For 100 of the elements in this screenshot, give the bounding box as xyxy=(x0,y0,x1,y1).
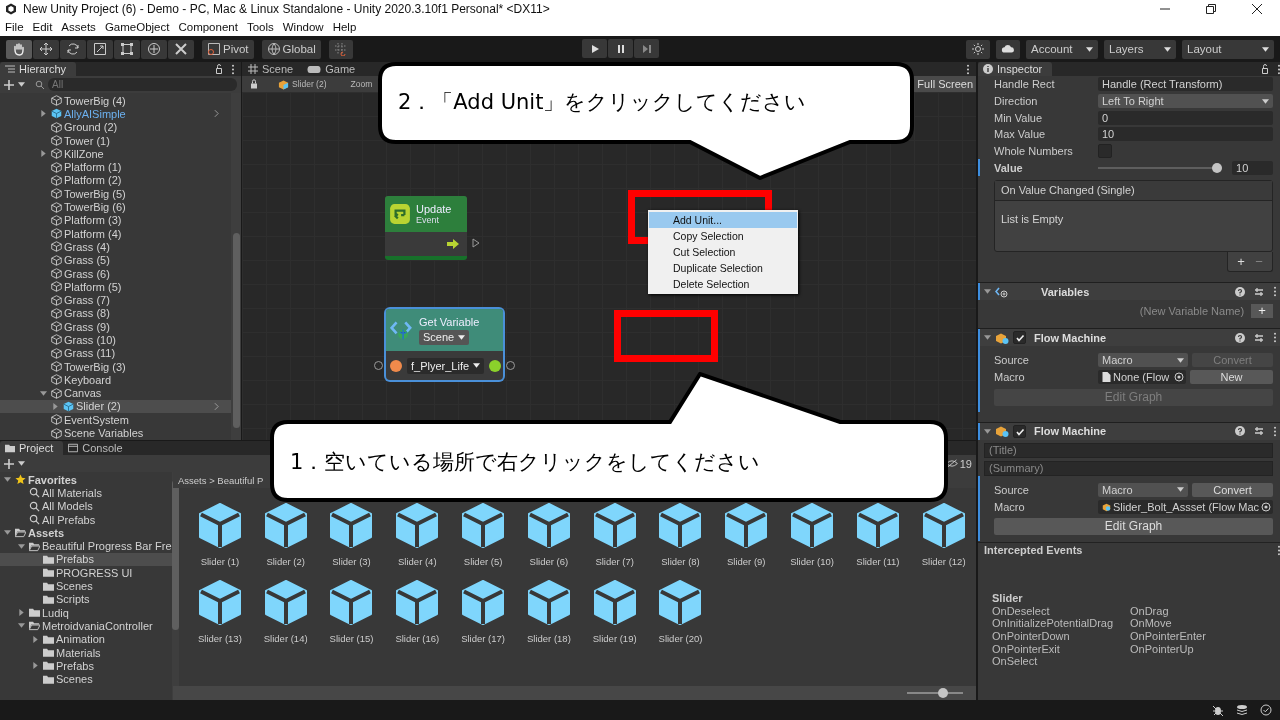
collapsed-arrow-icon[interactable] xyxy=(40,110,47,118)
prefab-cube-icon[interactable] xyxy=(592,502,637,548)
hierarchy-item[interactable]: Tower (1) xyxy=(0,133,231,148)
expanded-arrow-icon[interactable] xyxy=(40,389,47,397)
hierarchy-item[interactable]: Platform (5) xyxy=(0,280,231,294)
bug-icon[interactable] xyxy=(1212,704,1224,716)
expanded-arrow-icon[interactable] xyxy=(984,288,991,296)
asset-label[interactable]: Slider (6) xyxy=(529,556,569,567)
folder-tree-item[interactable]: Beautiful Progress Bar Fre xyxy=(0,539,172,553)
flow-arrow-icon[interactable] xyxy=(447,239,459,249)
asset-label[interactable]: Slider (8) xyxy=(661,556,700,567)
tool-button[interactable] xyxy=(114,39,140,59)
value-port-icon[interactable] xyxy=(489,359,502,372)
prefab-cube-icon[interactable] xyxy=(526,579,571,625)
context-menu-item[interactable]: Cut Selection xyxy=(649,244,797,260)
source-dropdown[interactable]: Macro xyxy=(1098,482,1188,497)
expanded-arrow-icon[interactable] xyxy=(18,622,25,630)
create-button[interactable] xyxy=(4,458,25,469)
collapsed-arrow-icon[interactable] xyxy=(52,402,59,410)
kebab-menu-icon[interactable] xyxy=(1273,286,1278,298)
full-screen-button[interactable]: Full Screen xyxy=(914,76,976,92)
menu-item[interactable]: Window xyxy=(282,21,324,33)
prefab-cube-icon[interactable] xyxy=(790,502,835,548)
tool-button[interactable] xyxy=(87,39,113,59)
input-field[interactable]: 10 xyxy=(1232,160,1274,175)
folder-tree-item[interactable]: Prefabs xyxy=(0,552,172,567)
hierarchy-item[interactable]: TowerBig (5) xyxy=(0,187,231,201)
kebab-menu-icon[interactable] xyxy=(1273,425,1278,437)
asset-label[interactable]: Slider (16) xyxy=(395,633,440,644)
context-menu-item[interactable]: Copy Selection xyxy=(649,228,797,244)
tool-button[interactable] xyxy=(6,39,32,59)
new-variable-field[interactable]: (New Variable Name) xyxy=(980,304,1249,319)
prefab-cube-icon[interactable] xyxy=(658,579,703,625)
hierarchy-item[interactable]: Slider (2) xyxy=(0,399,231,414)
target-icon[interactable] xyxy=(1174,372,1184,383)
hierarchy-item[interactable]: Platform (2) xyxy=(0,173,231,188)
summary-field[interactable]: (Summary) xyxy=(984,460,1274,476)
menu-item[interactable]: Tools xyxy=(246,21,274,33)
output-port-icon[interactable] xyxy=(472,238,480,248)
menu-item[interactable]: Help xyxy=(332,21,357,33)
asset-label[interactable]: Slider (7) xyxy=(595,556,634,567)
hierarchy-item[interactable]: KillZone xyxy=(0,147,231,161)
inspector-tab[interactable]: Inspector xyxy=(978,62,1053,76)
target-icon[interactable] xyxy=(1261,501,1272,512)
hierarchy-item[interactable]: TowerBig (3) xyxy=(0,359,231,374)
scope-dropdown[interactable]: Scene xyxy=(419,329,470,345)
chevron-right-icon[interactable] xyxy=(214,109,219,119)
preset-icon[interactable] xyxy=(1254,286,1265,297)
hierarchy-item[interactable]: Grass (6) xyxy=(0,266,231,281)
asset-label[interactable]: Slider (9) xyxy=(727,556,766,567)
help-icon[interactable] xyxy=(1235,332,1246,343)
folder-tree-item[interactable]: Assets xyxy=(0,526,172,540)
expanded-arrow-icon[interactable] xyxy=(4,529,11,537)
asset-label[interactable]: Slider (20) xyxy=(658,633,703,644)
dropdown-field[interactable]: Left To Right xyxy=(1098,94,1274,109)
source-dropdown[interactable]: Macro xyxy=(1098,353,1188,368)
hierarchy-tab[interactable]: Hierarchy xyxy=(0,62,77,76)
prefab-cube-icon[interactable] xyxy=(395,579,440,625)
account-dropdown[interactable]: Account xyxy=(1026,39,1098,59)
context-menu-item[interactable]: Add Unit... xyxy=(649,212,797,228)
prefab-cube-icon[interactable] xyxy=(197,579,242,625)
hierarchy-item[interactable]: Grass (10) xyxy=(0,333,231,347)
pivot-button[interactable]: Pivot xyxy=(202,39,254,59)
prefab-cube-icon[interactable] xyxy=(921,502,966,548)
hierarchy-item[interactable]: Grass (9) xyxy=(0,320,231,334)
asset-label[interactable]: Slider (17) xyxy=(461,633,505,644)
kebab-menu-icon[interactable] xyxy=(1273,332,1278,344)
asset-label[interactable]: Slider (18) xyxy=(526,633,571,644)
folder-tree-item[interactable]: PROGRESS UI xyxy=(0,566,172,580)
hierarchy-item[interactable]: Grass (11) xyxy=(0,346,231,360)
hierarchy-item[interactable]: Grass (8) xyxy=(0,306,231,321)
hierarchy-item[interactable]: TowerBig (4) xyxy=(0,94,231,108)
context-menu-item[interactable]: Delete Selection xyxy=(649,276,797,292)
pause-button[interactable] xyxy=(608,39,633,58)
folder-tree-item[interactable]: Scenes xyxy=(0,672,172,686)
asset-label[interactable]: Slider (14) xyxy=(263,633,308,644)
tool-button[interactable] xyxy=(33,39,59,59)
folder-tree-item[interactable]: All Prefabs xyxy=(0,512,172,527)
prefab-cube-icon[interactable] xyxy=(461,502,506,548)
prefab-cube-icon[interactable] xyxy=(395,502,440,548)
prefab-cube-icon[interactable] xyxy=(263,579,308,625)
input-field[interactable]: 0 xyxy=(1098,110,1274,125)
component-header[interactable]: Variables xyxy=(978,282,1280,301)
folder-tree-item[interactable]: Animation xyxy=(0,632,172,646)
prefab-cube-icon[interactable] xyxy=(329,579,374,625)
view-tab[interactable]: Scene xyxy=(242,62,302,76)
asset-label[interactable]: Slider (1) xyxy=(200,556,240,567)
expanded-arrow-icon[interactable] xyxy=(4,476,11,484)
breadcrumb[interactable]: Assets > Beautiful P xyxy=(178,474,264,486)
convert-button[interactable]: Convert xyxy=(1192,482,1274,497)
tool-button[interactable] xyxy=(60,39,86,59)
hierarchy-item[interactable]: Canvas xyxy=(0,386,231,400)
asset-label[interactable]: Slider (3) xyxy=(332,556,371,567)
variable-dropdown[interactable]: f_Plyer_Life xyxy=(407,357,485,374)
asset-label[interactable]: Slider (12) xyxy=(921,556,966,567)
tool-button[interactable] xyxy=(141,39,167,59)
add-button[interactable]: + xyxy=(1234,254,1249,270)
hierarchy-item[interactable]: Platform (1) xyxy=(0,160,231,174)
input-field[interactable]: 10 xyxy=(1098,127,1274,142)
lock-icon[interactable] xyxy=(1261,64,1270,74)
